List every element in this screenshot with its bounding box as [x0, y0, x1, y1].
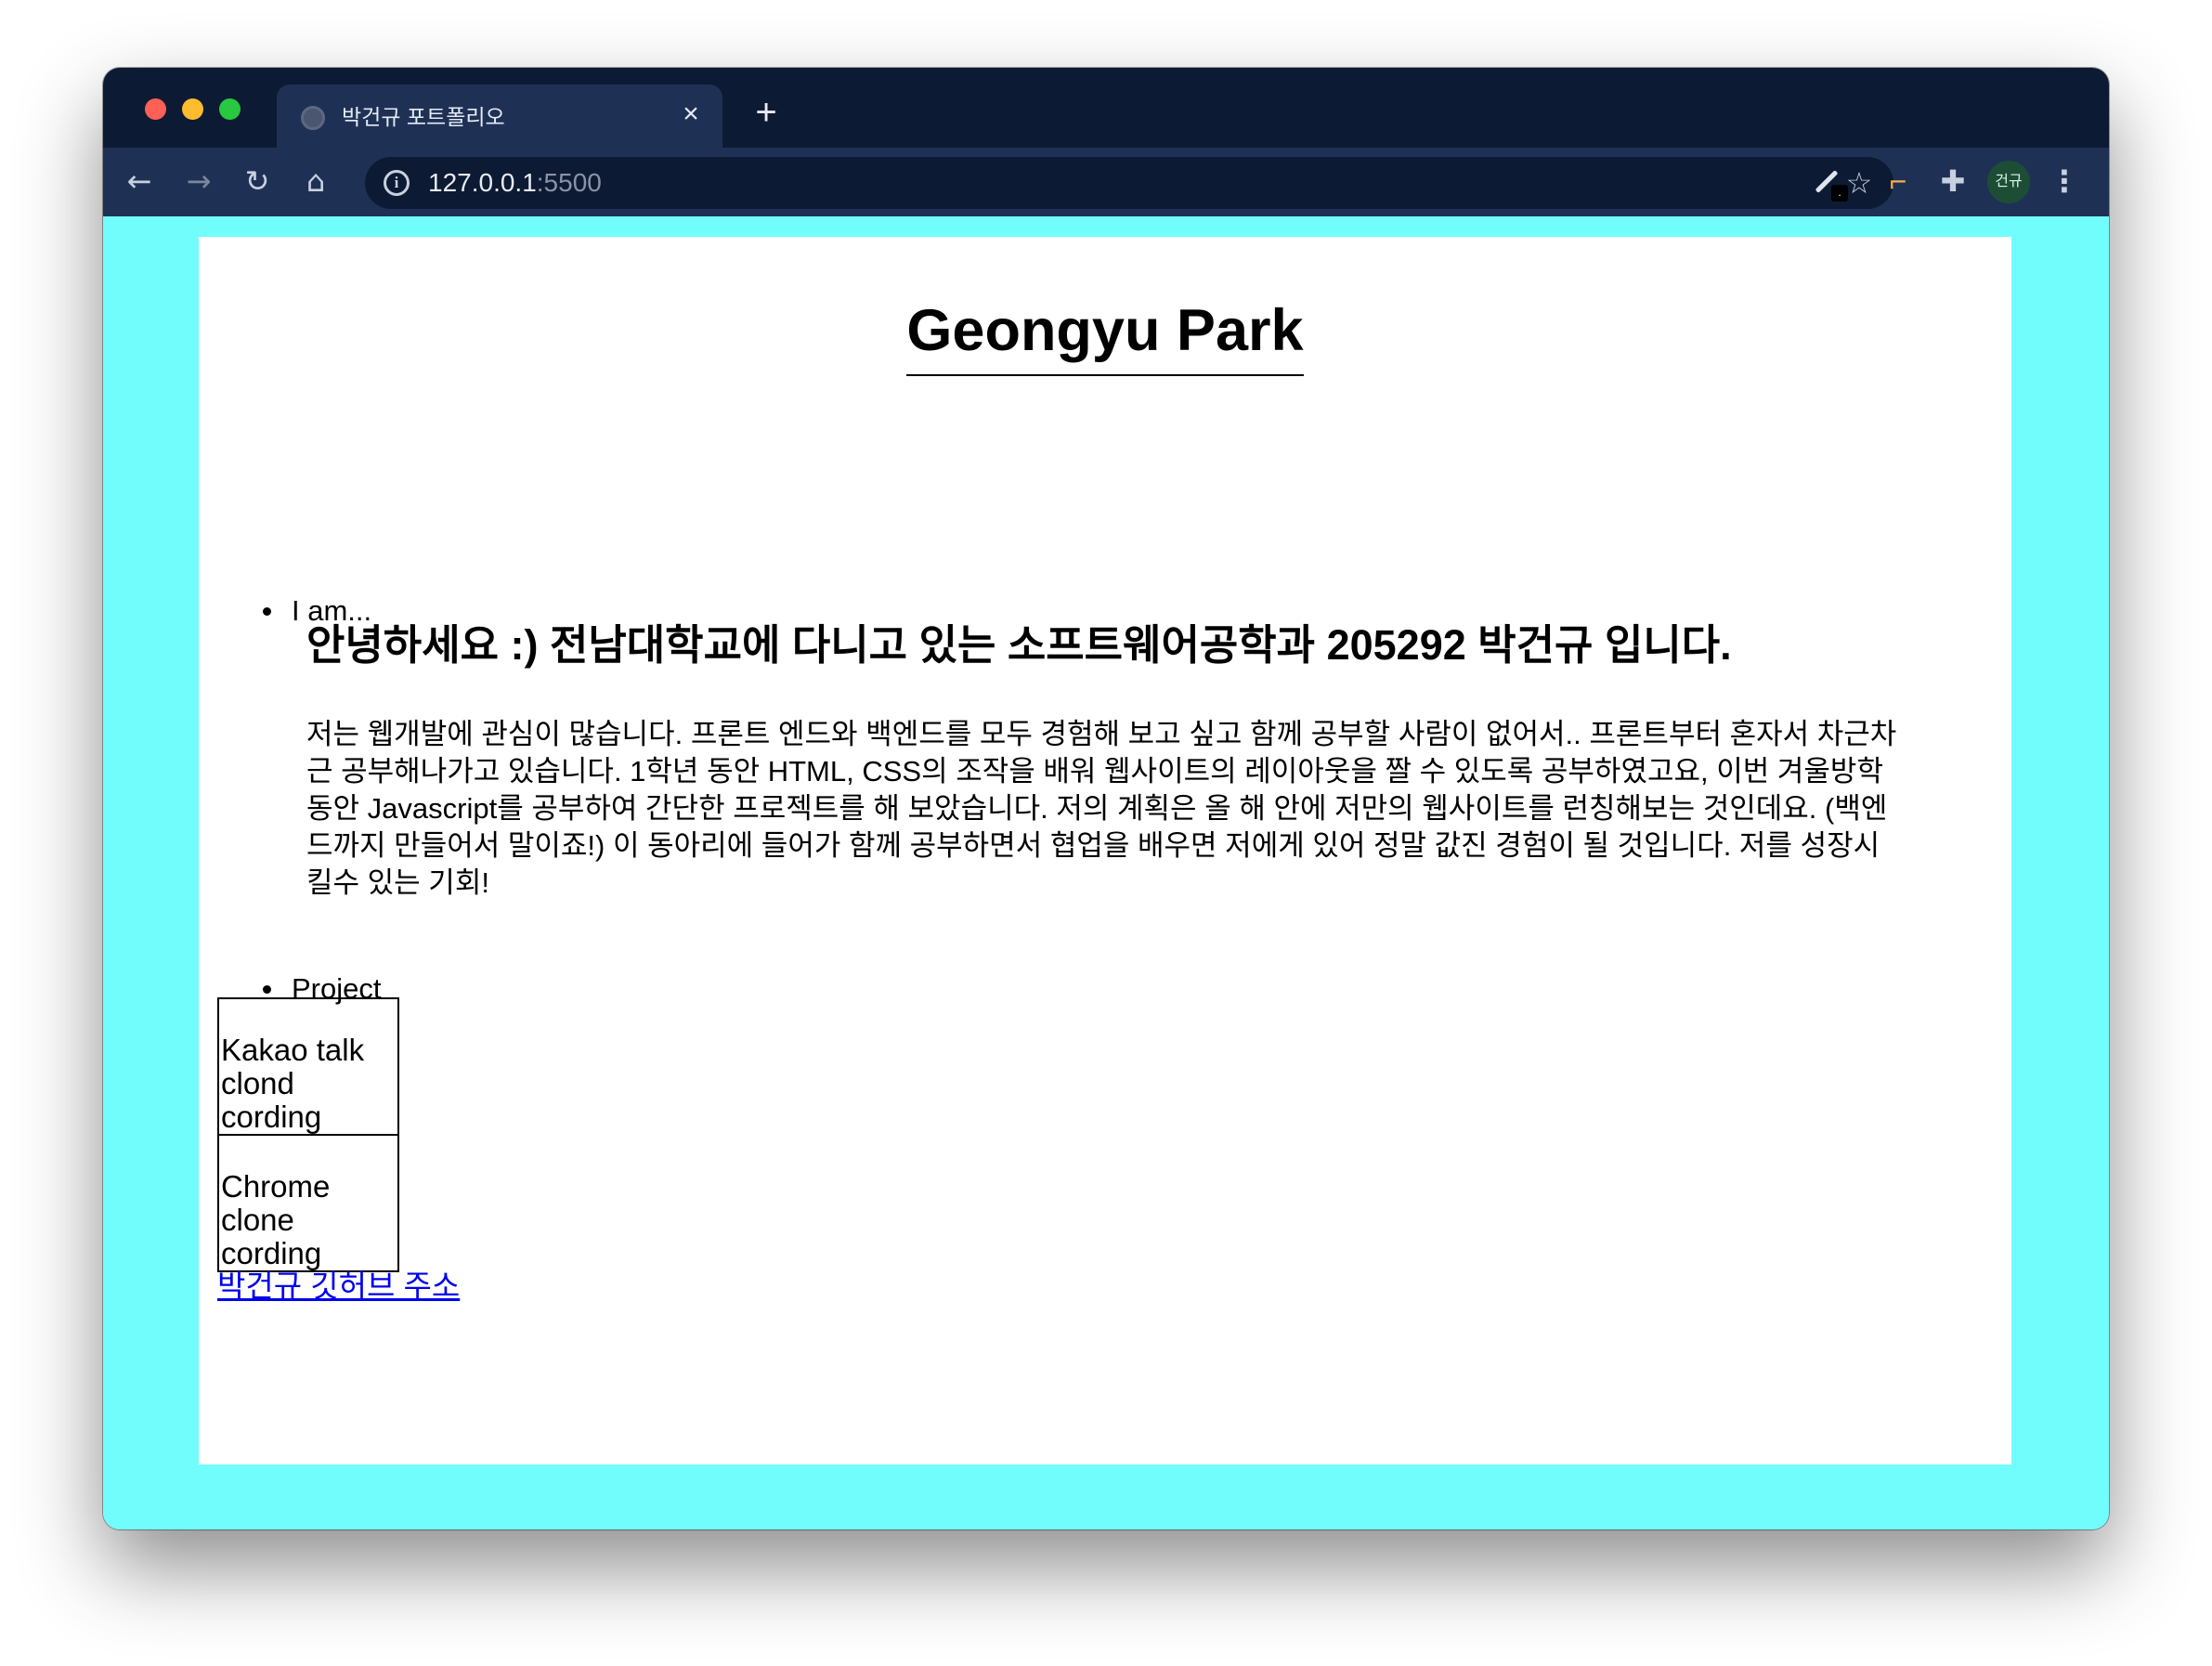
- github-link[interactable]: 박건규 깃허브 주소: [217, 1268, 460, 1305]
- info-icon[interactable]: i: [384, 170, 410, 196]
- browser-toolbar: ← → ↻ ⌂ i 127.0.0.1:5500 ☆ . ⌐ ✚ 건규 ⋮: [103, 148, 2109, 216]
- bracket-extension-icon[interactable]: ⌐: [1878, 160, 1919, 202]
- intro-paragraph: 저는 웹개발에 관심이 많습니다. 프론트 엔드와 백엔드를 모두 경험해 보고…: [306, 718, 1897, 899]
- forward-icon[interactable]: →: [177, 160, 220, 202]
- browser-titlebar: 박건규 포트폴리오 × +: [103, 68, 2109, 148]
- close-tab-button[interactable]: ×: [676, 99, 706, 129]
- back-icon[interactable]: ←: [118, 160, 161, 202]
- tab-portfolio[interactable]: 박건규 포트폴리오 ×: [277, 85, 722, 148]
- intro-heading: 안녕하세요 :) 전남대학교에 다니고 있는 소프트웨어공학과 205292 박…: [306, 621, 1732, 669]
- url-host: 127.0.0.1: [428, 168, 537, 197]
- close-window-button[interactable]: [145, 98, 166, 120]
- minimize-window-button[interactable]: [182, 98, 203, 120]
- page-title: Geongyu Park: [199, 294, 2011, 376]
- project-card-kakao[interactable]: Kakao talk clond cording: [217, 997, 399, 1136]
- project-card-chrome[interactable]: Chrome clone cording: [217, 1134, 399, 1272]
- extension-badge: .: [1831, 185, 1848, 202]
- pen-extension-icon[interactable]: .: [1807, 161, 1848, 202]
- new-tab-button[interactable]: +: [746, 92, 787, 133]
- page-title-text: Geongyu Park: [906, 294, 1304, 376]
- browser-window: 박건규 포트폴리오 × + ← → ↻ ⌂ i 127.0.0.1:5500 ☆…: [103, 68, 2109, 1529]
- maximize-window-button[interactable]: [219, 98, 241, 120]
- home-icon[interactable]: ⌂: [294, 160, 337, 202]
- url-text[interactable]: 127.0.0.1:5500: [428, 169, 602, 197]
- project-card-label: Kakao talk clond cording: [221, 1033, 365, 1134]
- address-bar[interactable]: i 127.0.0.1:5500 ☆: [365, 157, 1893, 209]
- page-container: Geongyu Park I am... 안녕하세요 :) 전남대학교에 다니고…: [199, 237, 2011, 1464]
- url-port: :5500: [536, 168, 602, 197]
- project-card-label: Chrome clone cording: [221, 1169, 331, 1270]
- tab-title: 박건규 포트폴리오: [342, 105, 505, 129]
- kebab-menu-icon[interactable]: ⋮: [2049, 160, 2079, 202]
- profile-avatar[interactable]: 건규: [1987, 161, 2030, 203]
- page-viewport: Geongyu Park I am... 안녕하세요 :) 전남대학교에 다니고…: [103, 216, 2109, 1529]
- puzzle-icon[interactable]: ✚: [1932, 160, 1974, 202]
- globe-icon: [301, 106, 325, 130]
- reload-icon[interactable]: ↻: [236, 160, 279, 202]
